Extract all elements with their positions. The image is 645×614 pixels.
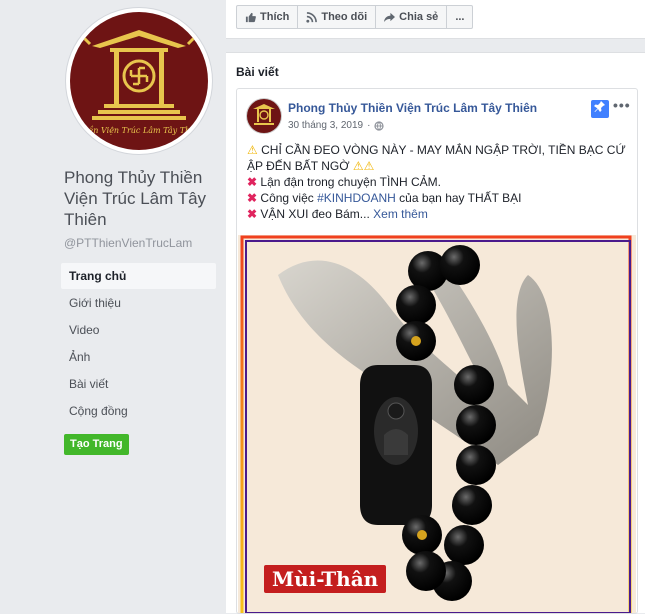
globe-icon — [374, 120, 385, 131]
action-bar: Thích Theo dõi Chia sẻ ... — [226, 0, 645, 39]
like-label: Thích — [260, 11, 290, 23]
logo: Thiền Viện Trúc Lâm Tây Thiên — [70, 12, 208, 150]
share-label: Chia sẻ — [399, 11, 439, 23]
follow-button[interactable]: Theo dõi — [298, 5, 377, 29]
post-more-icon[interactable]: ••• — [613, 97, 631, 113]
post-line-1: ⚠ CHỈ CẦN ĐEO VÒNG NÀY - MAY MẮN NGẬP TR… — [247, 143, 626, 173]
warning-icon: ⚠⚠ — [352, 159, 375, 173]
nav-item-about[interactable]: Giới thiệu — [61, 290, 216, 316]
follow-label: Theo dõi — [321, 11, 368, 23]
post-author-name[interactable]: Phong Thủy Thiền Viện Trúc Lâm Tây Thiên — [288, 101, 537, 115]
see-more-link[interactable]: Xem thêm — [373, 207, 428, 221]
page-nav: Trang chủ Giới thiệu Video Ảnh Bài viết … — [61, 263, 216, 425]
share-icon — [384, 12, 396, 22]
more-options-button[interactable]: ... — [447, 5, 474, 29]
page-avatar[interactable]: Thiền Viện Trúc Lâm Tây Thiên — [66, 8, 212, 154]
image-label: Mùi-Thân — [264, 565, 387, 593]
nav-item-posts[interactable]: Bài viết — [61, 371, 216, 397]
pin-icon[interactable] — [591, 100, 609, 118]
nav-item-video[interactable]: Video — [61, 317, 216, 343]
logo-text: Thiền Viện Trúc Lâm Tây Thiên — [75, 126, 203, 135]
posts-section-title: Bài viết — [236, 65, 279, 79]
hashtag-link[interactable]: #KINHDOANH — [317, 191, 396, 205]
rss-icon — [306, 11, 318, 23]
nav-item-community[interactable]: Cộng đồng — [61, 398, 216, 424]
nav-item-home[interactable]: Trang chủ — [61, 263, 216, 289]
cross-icon: ✖ — [247, 207, 258, 221]
cross-icon: ✖ — [247, 175, 258, 189]
more-icon: ... — [455, 11, 465, 23]
page-handle[interactable]: @PTThienVienTrucLam — [64, 236, 192, 250]
post-meta: 30 tháng 3, 2019 · — [288, 120, 385, 131]
create-page-button[interactable]: Tạo Trang — [64, 434, 129, 455]
post-line-2: ✖ Lận đận trong chuyện TÌNH CẢM. — [247, 175, 441, 189]
post-date[interactable]: 30 tháng 3, 2019 — [288, 120, 363, 131]
post-image[interactable]: Mùi-Thân — [238, 235, 636, 613]
nav-item-photos[interactable]: Ảnh — [61, 344, 216, 370]
cross-icon: ✖ — [247, 191, 258, 205]
thumbs-up-icon — [245, 12, 256, 22]
post-line-4: ✖ VẬN XUI đeo Bám... Xem thêm — [247, 207, 428, 221]
post-text: ⚠ CHỈ CẦN ĐEO VÒNG NÀY - MAY MẮN NGẬP TR… — [247, 142, 632, 222]
left-column: Thiền Viện Trúc Lâm Tây Thiên Phong Thủy… — [0, 0, 226, 612]
warning-icon: ⚠ — [247, 143, 258, 157]
share-button[interactable]: Chia sẻ — [376, 5, 448, 29]
post-author-avatar[interactable] — [247, 99, 281, 133]
post-card: Phong Thủy Thiền Viện Trúc Lâm Tây Thiên… — [236, 88, 638, 614]
like-button[interactable]: Thích — [236, 5, 299, 29]
page-title[interactable]: Phong Thủy Thiền Viện Trúc Lâm Tây Thiên — [64, 167, 224, 230]
post-line-3: ✖ Công việc #KINHDOANH của bạn hay THẤT … — [247, 191, 522, 205]
